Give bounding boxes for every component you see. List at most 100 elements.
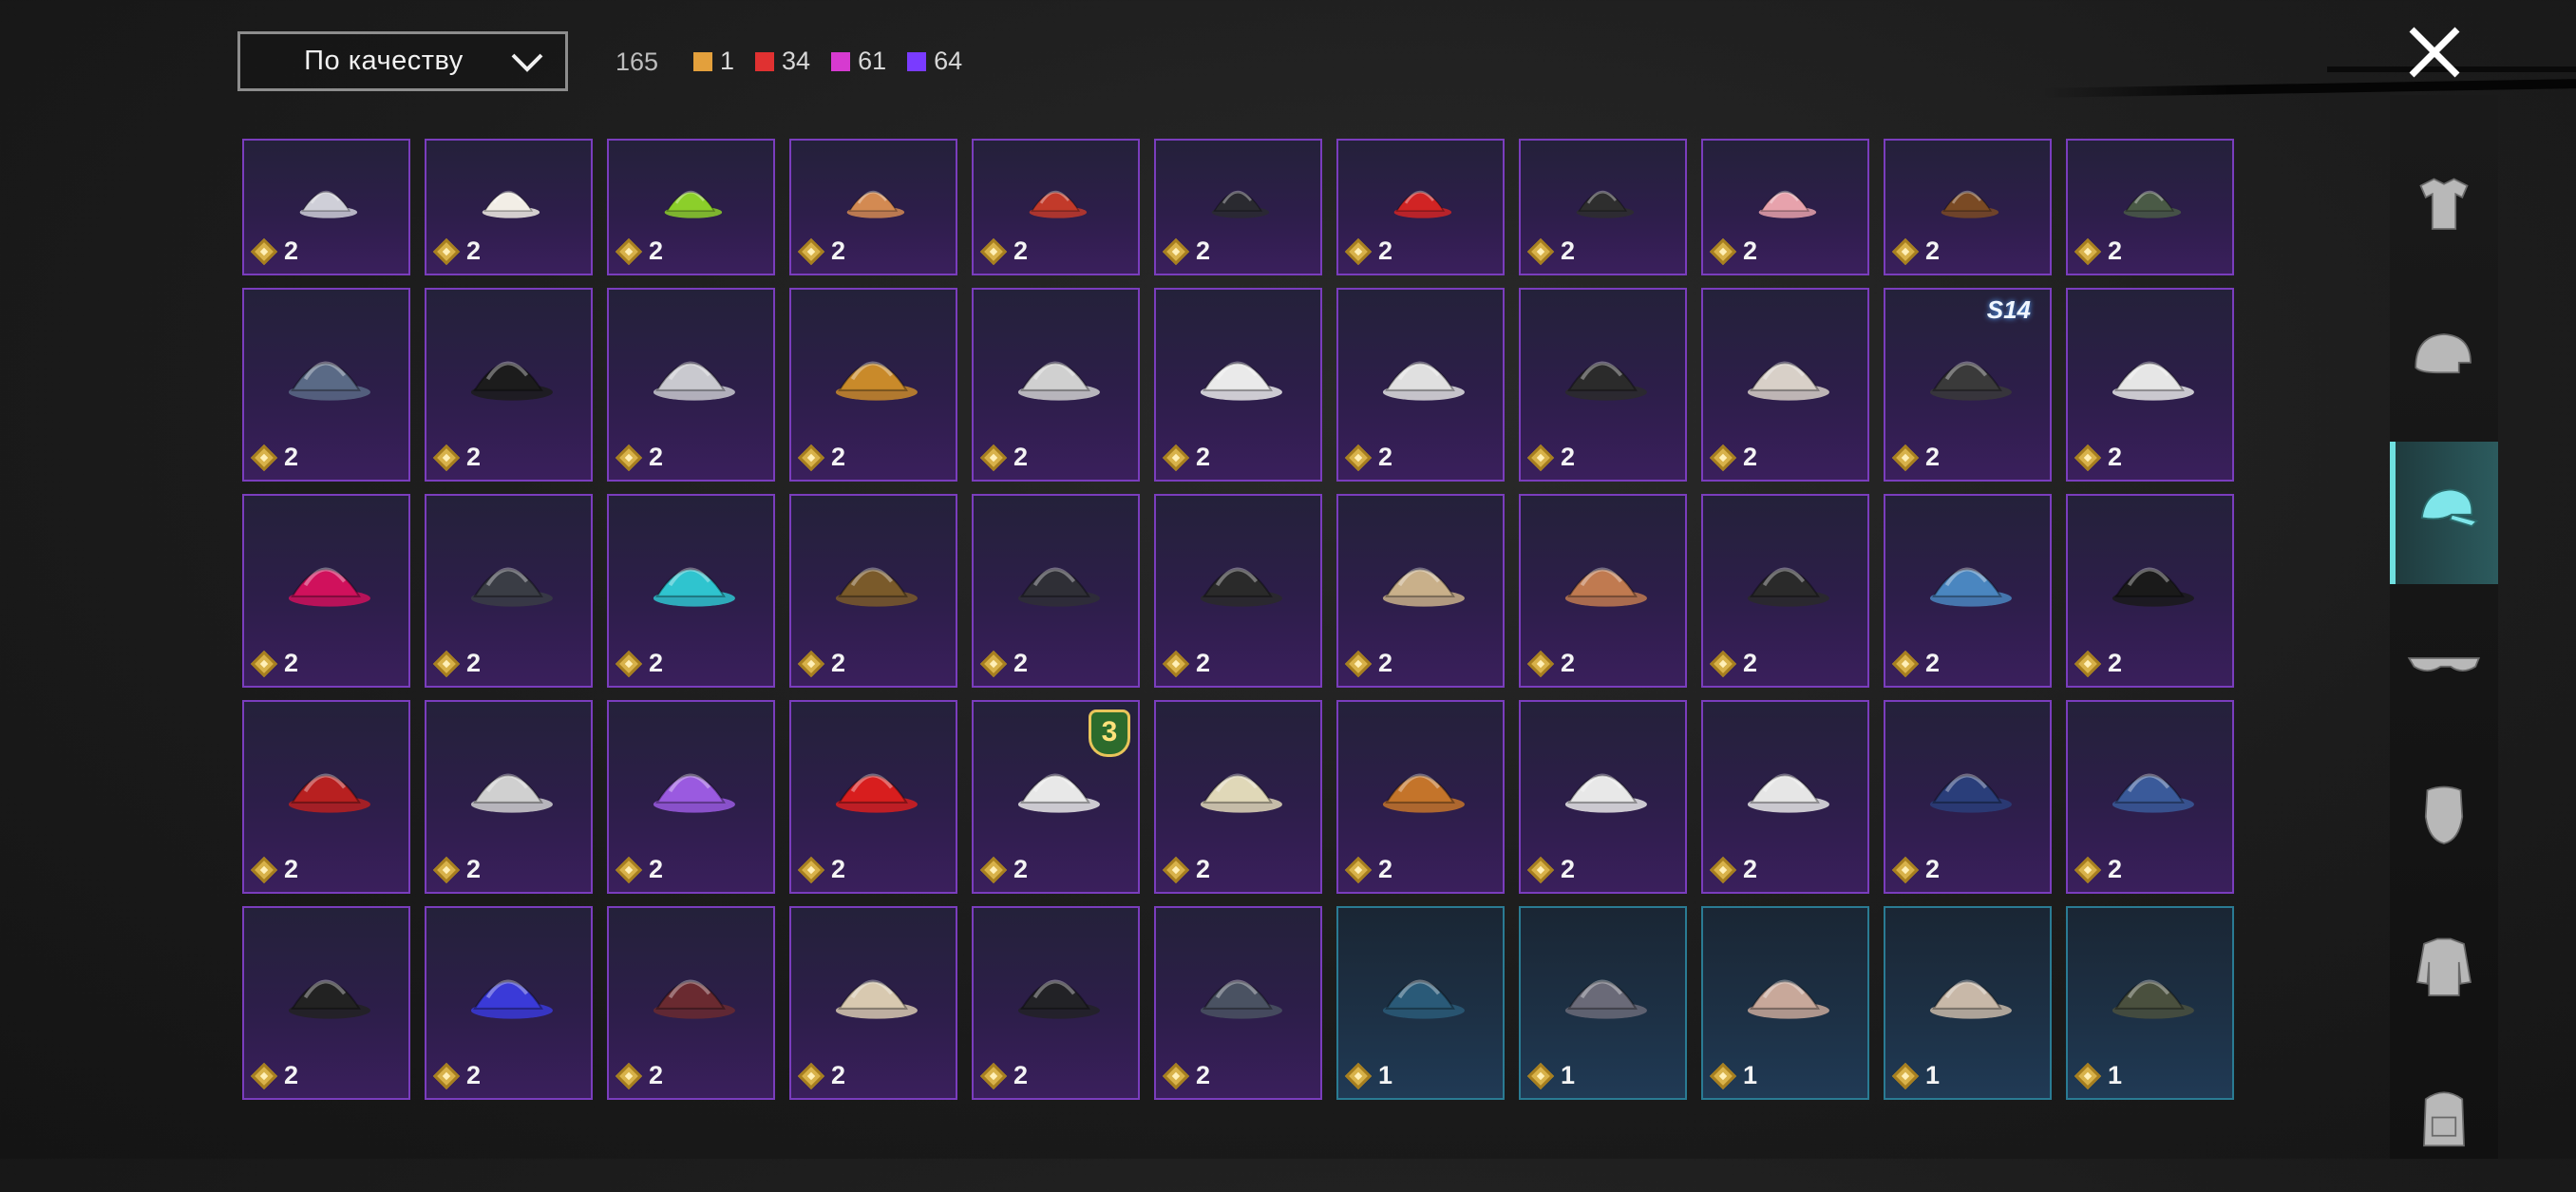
inventory-item-card[interactable]: 2 xyxy=(1701,494,1869,688)
inventory-item-card[interactable]: 2 xyxy=(2066,139,2234,275)
inventory-item-card[interactable]: 2 xyxy=(607,700,775,894)
diamond-currency-icon xyxy=(1346,652,1371,676)
item-quantity-value: 2 xyxy=(1196,855,1211,883)
diamond-currency-icon xyxy=(799,239,824,264)
inventory-item-card[interactable]: 2 xyxy=(425,700,593,894)
inventory-item-card[interactable]: 2 xyxy=(1701,288,1869,482)
diamond-currency-icon xyxy=(434,1064,459,1088)
inventory-item-card[interactable]: 1 xyxy=(1884,906,2052,1100)
inventory-item-card[interactable]: 2 xyxy=(607,494,775,688)
inventory-item-card[interactable]: 1 xyxy=(1519,906,1687,1100)
item-quantity-value: 2 xyxy=(831,649,846,677)
sidebar-category-cap[interactable] xyxy=(2390,442,2498,584)
item-quantity: 2 xyxy=(616,855,663,884)
cap-icon xyxy=(2420,488,2479,527)
inventory-item-card[interactable]: 2 xyxy=(972,906,1140,1100)
inventory-item-card[interactable]: 32 xyxy=(972,700,1140,894)
inventory-item-card[interactable]: 2 xyxy=(1519,288,1687,482)
inventory-item-card[interactable]: 1 xyxy=(2066,906,2234,1100)
mask-icon xyxy=(2424,785,2464,844)
inventory-item-card[interactable]: 2 xyxy=(607,288,775,482)
inventory-item-card[interactable]: 2 xyxy=(1519,139,1687,275)
item-quantity-value: 1 xyxy=(1743,1061,1758,1089)
inventory-item-card[interactable]: 2 xyxy=(789,700,957,894)
inventory-item-card[interactable]: 2 xyxy=(2066,288,2234,482)
sidebar-category-mask[interactable] xyxy=(2390,746,2498,888)
close-button[interactable] xyxy=(2406,24,2463,81)
inventory-item-card[interactable]: S14 2 xyxy=(1884,288,2052,482)
inventory-item-card[interactable]: 2 xyxy=(1154,494,1322,688)
item-quantity: 2 xyxy=(434,1061,481,1090)
sidebar-category-glasses[interactable] xyxy=(2390,594,2498,736)
inventory-item-card[interactable]: 2 xyxy=(1884,700,2052,894)
sidebar-category-backpack[interactable] xyxy=(2390,1050,2498,1192)
inventory-item-card[interactable]: 2 xyxy=(1701,139,1869,275)
inventory-item-card[interactable]: 2 xyxy=(2066,700,2234,894)
inventory-item-card[interactable]: 2 xyxy=(1884,139,2052,275)
diamond-currency-icon xyxy=(799,858,824,882)
inventory-item-card[interactable]: 2 xyxy=(242,906,410,1100)
inventory-item-card[interactable]: 2 xyxy=(242,700,410,894)
inventory-item-card[interactable]: 2 xyxy=(789,288,957,482)
inventory-item-card[interactable]: 2 xyxy=(1336,139,1505,275)
item-quantity: 2 xyxy=(616,237,663,266)
inventory-item-card[interactable]: 2 xyxy=(972,139,1140,275)
inventory-item-card[interactable]: 2 xyxy=(789,906,957,1100)
level-badge: 3 xyxy=(1089,710,1130,757)
inventory-item-card[interactable]: 1 xyxy=(1336,906,1505,1100)
item-quantity-value: 2 xyxy=(284,649,299,677)
diamond-currency-icon xyxy=(252,652,276,676)
inventory-item-card[interactable]: 2 xyxy=(1154,906,1322,1100)
item-quantity-value: 2 xyxy=(284,855,299,883)
inventory-item-card[interactable]: 2 xyxy=(607,906,775,1100)
inventory-item-card[interactable]: 2 xyxy=(972,288,1140,482)
inventory-item-card[interactable]: 2 xyxy=(1154,139,1322,275)
diamond-currency-icon xyxy=(1164,239,1188,264)
inventory-item-card[interactable]: 2 xyxy=(1154,700,1322,894)
inventory-item-card[interactable]: 2 xyxy=(607,139,775,275)
item-quantity: 2 xyxy=(1346,649,1392,678)
inventory-item-card[interactable]: 2 xyxy=(425,906,593,1100)
item-quantity: 2 xyxy=(981,443,1028,472)
item-quantity: 2 xyxy=(252,443,298,472)
item-quantity: 1 xyxy=(1893,1061,1940,1090)
item-quantity-value: 2 xyxy=(1378,237,1393,265)
diamond-currency-icon xyxy=(799,445,824,470)
inventory-item-card[interactable]: 2 xyxy=(1336,700,1505,894)
item-quantity-value: 2 xyxy=(284,237,299,265)
season-badge: S14 xyxy=(1986,295,2031,324)
inventory-item-card[interactable]: 2 xyxy=(425,494,593,688)
inventory-item-card[interactable]: 2 xyxy=(1884,494,2052,688)
inventory-item-card[interactable]: 2 xyxy=(1519,700,1687,894)
diamond-currency-icon xyxy=(1893,445,1918,470)
legend-item-orange: 1 xyxy=(693,47,734,76)
item-quantity: 2 xyxy=(981,237,1028,266)
diamond-currency-icon xyxy=(981,1064,1006,1088)
inventory-item-card[interactable]: 2 xyxy=(242,494,410,688)
sidebar-category-helmet[interactable] xyxy=(2390,290,2498,432)
sort-dropdown[interactable]: По качеству xyxy=(237,31,568,91)
sidebar-category-outfit[interactable] xyxy=(2390,138,2498,280)
item-quantity: 2 xyxy=(1164,237,1210,266)
inventory-item-card[interactable]: 2 xyxy=(1336,494,1505,688)
sidebar-category-jacket[interactable] xyxy=(2390,898,2498,1040)
inventory-item-card[interactable]: 2 xyxy=(789,139,957,275)
item-quantity: 1 xyxy=(1346,1061,1392,1090)
inventory-item-card[interactable]: 2 xyxy=(425,288,593,482)
item-quantity: 2 xyxy=(799,855,845,884)
inventory-item-card[interactable]: 2 xyxy=(425,139,593,275)
item-quantity-value: 2 xyxy=(284,443,299,471)
inventory-item-card[interactable]: 2 xyxy=(242,288,410,482)
inventory-item-card[interactable]: 1 xyxy=(1701,906,1869,1100)
inventory-item-card[interactable]: 2 xyxy=(2066,494,2234,688)
inventory-item-card[interactable]: 2 xyxy=(242,139,410,275)
helmet-icon xyxy=(2415,333,2472,374)
inventory-item-card[interactable]: 2 xyxy=(789,494,957,688)
inventory-item-card[interactable]: 2 xyxy=(1519,494,1687,688)
inventory-item-card[interactable]: 2 xyxy=(1154,288,1322,482)
item-quantity: 2 xyxy=(434,237,481,266)
inventory-item-card[interactable]: 2 xyxy=(972,494,1140,688)
inventory-item-card[interactable]: 2 xyxy=(1701,700,1869,894)
diamond-currency-icon xyxy=(1893,239,1918,264)
inventory-item-card[interactable]: 2 xyxy=(1336,288,1505,482)
